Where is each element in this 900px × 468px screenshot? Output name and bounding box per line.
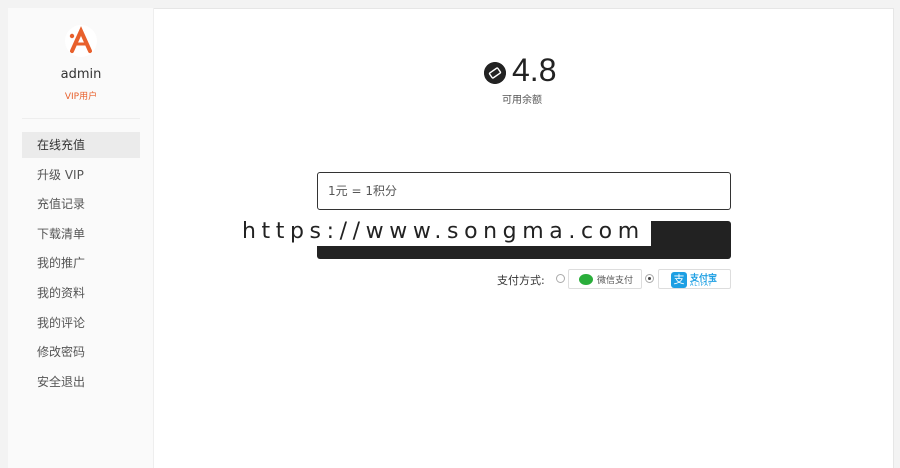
sidebar: admin VIP用户 在线充值 升级 VIP 充值记录 下载清单 我的推广 我… <box>8 8 154 468</box>
wechat-icon <box>579 274 593 285</box>
username: admin <box>60 67 102 82</box>
alipay-option[interactable]: 支 支付宝 ALIPAY <box>658 269 731 289</box>
sidebar-menu: 在线充值 升级 VIP 充值记录 下载清单 我的推广 我的资料 我的评论 修改密… <box>22 132 140 398</box>
payment-method-label: 支付方式: <box>497 274 545 287</box>
alipay-radio[interactable] <box>645 274 654 283</box>
alipay-icon: 支 <box>671 272 687 288</box>
sidebar-item-comments[interactable]: 我的评论 <box>22 310 140 336</box>
sidebar-item-change-password[interactable]: 修改密码 <box>22 339 140 365</box>
wechat-radio[interactable] <box>556 274 565 283</box>
coin-icon <box>484 62 506 84</box>
user-profile: admin VIP用户 <box>8 8 154 118</box>
balance-value: 4.8 <box>512 52 557 88</box>
sidebar-item-recharge-history[interactable]: 充值记录 <box>22 191 140 217</box>
sidebar-item-logout[interactable]: 安全退出 <box>22 369 140 395</box>
sidebar-item-profile[interactable]: 我的资料 <box>22 280 140 306</box>
sidebar-divider <box>22 118 140 119</box>
alipay-sub-label: ALIPAY <box>690 282 713 288</box>
sidebar-item-downloads[interactable]: 下载清单 <box>22 221 140 247</box>
amount-input[interactable] <box>317 172 731 210</box>
vip-badge: VIP用户 <box>64 92 98 102</box>
site-logo-icon <box>65 25 97 57</box>
watermark-text: https://www.songma.com <box>236 218 651 246</box>
sidebar-item-recharge[interactable]: 在线充值 <box>22 132 140 158</box>
balance-label: 可用余额 <box>502 95 542 106</box>
sidebar-item-upgrade-vip[interactable]: 升级 VIP <box>22 162 140 188</box>
wechat-pay-label: 微信支付 <box>597 276 634 286</box>
sidebar-item-referrals[interactable]: 我的推广 <box>22 250 140 276</box>
wechat-pay-option[interactable]: 微信支付 <box>568 269 642 289</box>
